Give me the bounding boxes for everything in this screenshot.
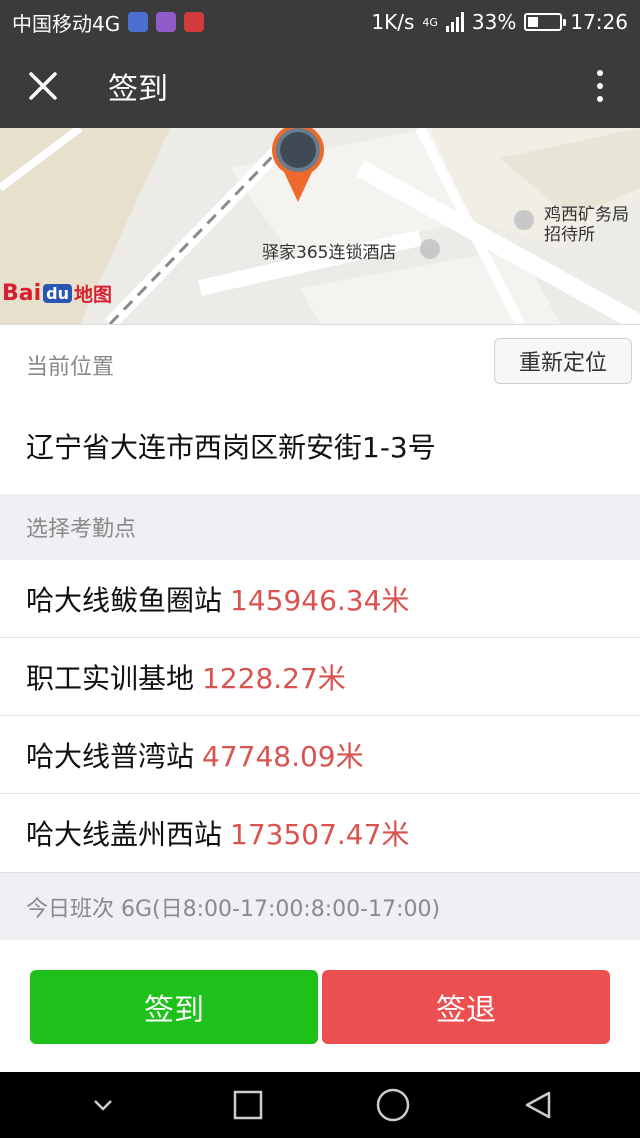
today-shift: 今日班次 6G(日8:00-17:00:8:00-17:00) xyxy=(0,872,640,940)
current-address: 辽宁省大连市西岗区新安街1-3号 xyxy=(0,398,640,494)
current-location-header: 当前位置 重新定位 xyxy=(0,324,640,398)
more-dot-icon xyxy=(597,70,603,76)
check-out-button[interactable]: 签退 xyxy=(322,970,610,1044)
more-dot-icon xyxy=(597,83,603,89)
network-type: 4G xyxy=(422,15,438,29)
title-bar: 签到 xyxy=(0,44,640,128)
nav-home-button[interactable] xyxy=(363,1075,423,1135)
checkpoint-item[interactable]: 哈大线鲅鱼圈站 145946.34米 xyxy=(0,560,640,638)
relocate-button[interactable]: 重新定位 xyxy=(494,338,632,384)
recents-square-icon xyxy=(233,1090,262,1120)
checkpoint-item[interactable]: 职工实训基地 1228.27米 xyxy=(0,638,640,716)
check-in-button[interactable]: 签到 xyxy=(30,970,318,1044)
battery-icon xyxy=(524,13,567,31)
close-button[interactable] xyxy=(0,44,86,128)
carrier-text: 中国移动4G xyxy=(12,11,121,36)
checkpoint-item[interactable]: 哈大线盖州西站 173507.47米 xyxy=(0,794,640,872)
checkpoint-name: 哈大线鲅鱼圈站 xyxy=(26,583,223,617)
checkpoint-distance: 173507.47米 xyxy=(230,818,410,851)
signal-icon xyxy=(445,12,464,32)
app-notification-icon xyxy=(128,12,149,32)
map-poi-icon xyxy=(420,239,440,259)
battery-percent: 33% xyxy=(471,10,517,34)
checkpoint-distance: 1228.27米 xyxy=(202,661,346,695)
close-icon xyxy=(29,72,57,100)
map-view[interactable]: 驿家365连锁酒店 鸡西矿务局 招待所 Bai du 地图 xyxy=(0,128,640,324)
map-poi-icon xyxy=(514,210,534,230)
checkpoint-name: 哈大线盖州西站 xyxy=(26,818,223,851)
status-bar: 中国移动4G 1K/s 4G 33% 17:26 xyxy=(0,0,640,44)
clock: 17:26 xyxy=(570,10,628,34)
gallery-notification-icon xyxy=(156,12,177,32)
checkpoint-list: 哈大线鲅鱼圈站 145946.34米 职工实训基地 1228.27米 哈大线普湾… xyxy=(0,560,640,872)
more-dot-icon xyxy=(597,96,603,102)
map-poi-hotel: 驿家365连锁酒店 xyxy=(262,243,397,263)
checkpoint-distance: 145946.34米 xyxy=(230,583,410,617)
current-location-label: 当前位置 xyxy=(26,355,115,380)
checkpoint-item[interactable]: 哈大线普湾站 47748.09米 xyxy=(0,716,640,794)
nav-collapse-button[interactable] xyxy=(73,1075,133,1135)
page-title: 签到 xyxy=(108,72,168,107)
checkpoint-section-label: 选择考勤点 xyxy=(0,494,640,560)
nav-back-button[interactable] xyxy=(508,1075,568,1135)
checkpoint-name: 哈大线普湾站 xyxy=(26,739,195,773)
checkpoint-distance: 47748.09米 xyxy=(202,739,364,773)
action-bar: 签到 签退 xyxy=(0,940,640,1072)
system-nav-bar xyxy=(0,1072,640,1138)
checkpoint-name: 职工实训基地 xyxy=(26,661,195,695)
home-circle-icon xyxy=(376,1088,409,1122)
baidu-map-logo: Bai du 地图 xyxy=(2,281,113,306)
map-poi-office-line2: 招待所 xyxy=(544,225,595,245)
back-triangle-icon xyxy=(525,1091,550,1119)
news-notification-icon xyxy=(184,12,205,32)
location-pin-icon[interactable] xyxy=(270,128,326,202)
network-speed: 1K/s xyxy=(371,10,415,34)
more-menu-button[interactable] xyxy=(560,44,640,128)
nav-recents-button[interactable] xyxy=(218,1075,278,1135)
chevron-down-icon xyxy=(93,1100,112,1111)
